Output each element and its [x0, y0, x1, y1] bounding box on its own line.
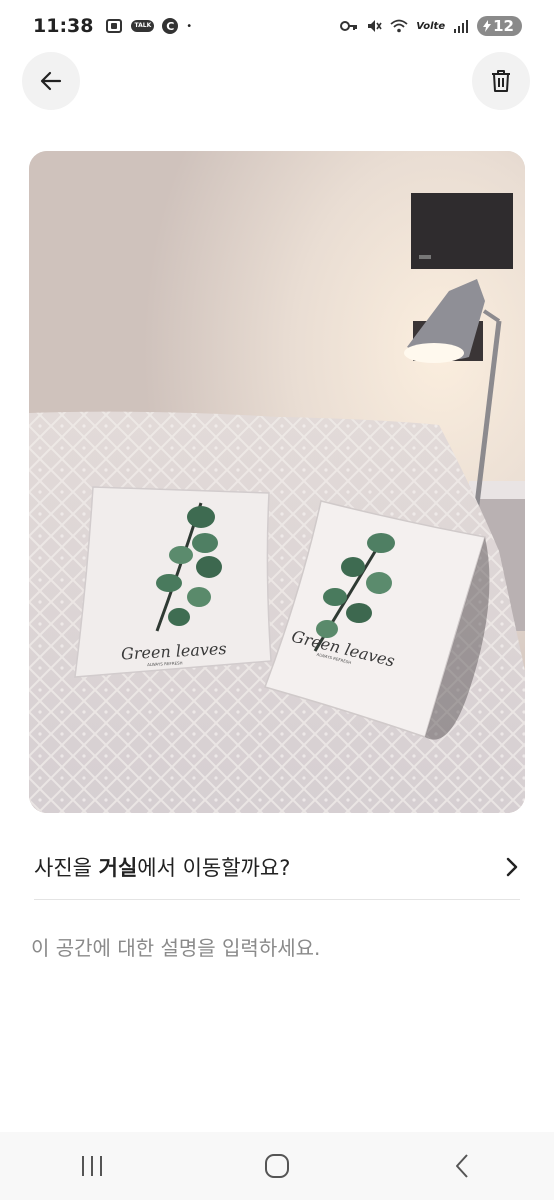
c-app-icon: C	[162, 18, 179, 34]
battery-level: 12	[493, 17, 514, 35]
nav-back-icon	[455, 1154, 468, 1178]
move-room-text: 사진을 거실에서 이동할까요?	[34, 852, 290, 882]
move-prefix: 사진을	[34, 855, 99, 880]
back-button[interactable]	[22, 52, 80, 110]
chevron-right-icon	[506, 857, 518, 876]
charging-icon	[483, 20, 492, 32]
arrow-left-icon	[40, 71, 62, 91]
room-photo-illustration: Green leaves ALWAYS REFRESH Green leaves…	[29, 151, 525, 813]
signal-icon	[453, 19, 469, 33]
key-icon	[340, 20, 358, 32]
room-photo[interactable]: Green leaves ALWAYS REFRESH Green leaves…	[29, 151, 525, 813]
volte-label: Volte	[416, 20, 446, 32]
recents-button[interactable]	[62, 1136, 122, 1196]
home-icon	[264, 1154, 289, 1178]
status-right: Volte 12	[340, 16, 522, 36]
kakaotalk-icon: TALK	[131, 20, 155, 32]
status-bar: 11:38 TALK C • Volte 12	[0, 0, 554, 52]
more-notifications-dot: •	[186, 20, 193, 32]
move-suffix: 에서 이동할까요?	[137, 855, 291, 880]
trash-icon	[492, 70, 510, 92]
move-room-row[interactable]: 사진을 거실에서 이동할까요?	[34, 834, 520, 900]
status-left: 11:38 TALK C •	[33, 15, 192, 37]
status-time: 11:38	[33, 15, 94, 37]
mute-icon	[366, 18, 382, 34]
navigation-bar	[0, 1132, 554, 1200]
battery-indicator: 12	[477, 16, 522, 36]
delete-button[interactable]	[472, 52, 530, 110]
wifi-icon	[390, 19, 408, 33]
description-input[interactable]	[31, 926, 521, 970]
home-button[interactable]	[247, 1136, 307, 1196]
room-name: 거실	[98, 855, 138, 880]
screenshot-icon	[105, 18, 123, 34]
recents-icon	[82, 1156, 103, 1176]
nav-back-button[interactable]	[432, 1136, 492, 1196]
